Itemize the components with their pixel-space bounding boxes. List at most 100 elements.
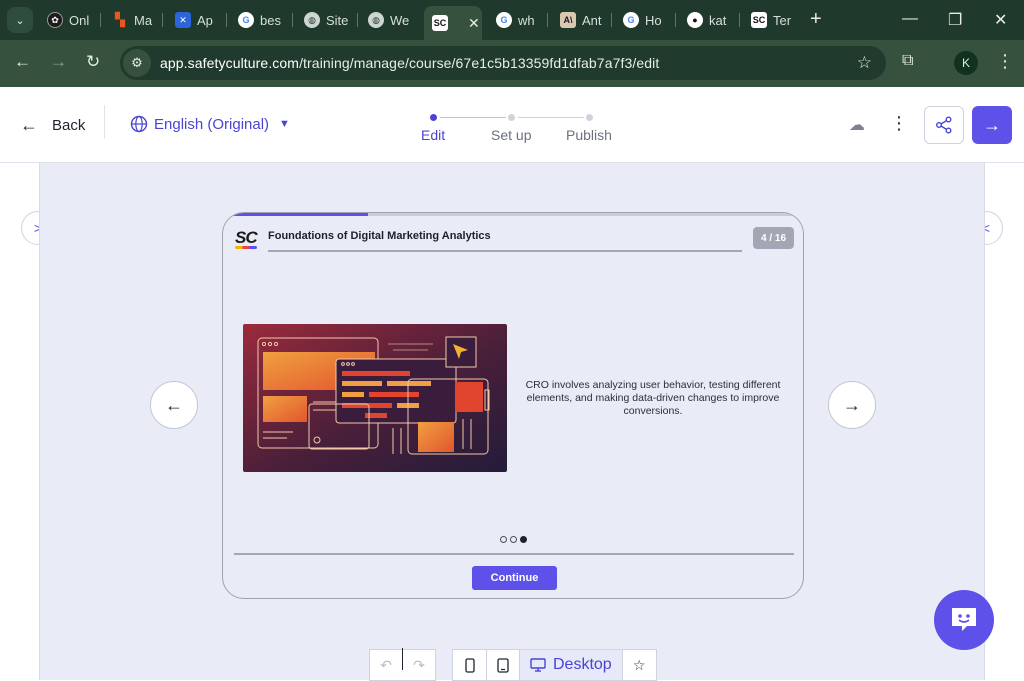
browser-tab[interactable]: ▚ Ma	[112, 7, 156, 33]
url-host: app.safetyculture.com	[160, 55, 300, 71]
close-tab-icon[interactable]: ✕	[468, 15, 480, 32]
support-chat-button[interactable]	[934, 590, 994, 650]
safetyculture-logo: SC	[235, 228, 258, 247]
arrow-left-icon: ←	[20, 115, 38, 135]
site-settings-icon[interactable]: ⚙	[123, 49, 151, 77]
undo-redo-toolbar: ↶ ↷	[369, 648, 436, 681]
tablet-preview-icon[interactable]	[486, 650, 519, 680]
continue-button[interactable]: Continue	[472, 566, 557, 590]
back-button[interactable]: ← Back	[20, 115, 85, 136]
browser-tab[interactable]: ◍ Site	[304, 7, 350, 33]
globe-icon: ◍	[368, 12, 384, 28]
tab-label: Ap	[197, 12, 213, 28]
course-progress-fill	[223, 213, 368, 216]
browser-tab[interactable]: G Ho	[623, 7, 667, 33]
step-connector	[518, 117, 584, 118]
preview-canvas: SC Foundations of Digital Marketing Anal…	[39, 163, 985, 681]
carousel-dot[interactable]	[520, 536, 527, 543]
close-window-icon[interactable]: ✕	[994, 10, 1007, 30]
tab-label: We	[390, 12, 410, 28]
step-edit[interactable]: Edit	[421, 127, 445, 143]
step-dot-edit	[430, 114, 437, 121]
share-button[interactable]	[924, 106, 964, 144]
slide-body-text: CRO involves analyzing user behavior, te…	[525, 379, 781, 417]
next-step-button[interactable]: →	[972, 106, 1012, 144]
url-path: /training/manage/course/67e1c5b13359fd1d…	[299, 55, 660, 71]
browser-tab[interactable]: ✕ Ap	[175, 7, 219, 33]
language-selector[interactable]: English (Original) ▼	[130, 115, 290, 133]
safetyculture-icon: SC	[432, 15, 448, 31]
back-arrow-icon[interactable]: ←	[14, 52, 31, 72]
step-dot-publish	[586, 114, 593, 121]
redo-icon[interactable]: ↷	[403, 650, 435, 680]
url-omnibox[interactable]: ⚙ app.safetyculture.com/training/manage/…	[120, 46, 886, 80]
device-preview-toolbar: Desktop ☆	[452, 649, 657, 681]
carousel-dot[interactable]	[500, 536, 507, 543]
tab-label: Ant	[582, 12, 602, 28]
browser-tab[interactable]: G wh	[496, 7, 540, 33]
desktop-preview-button[interactable]: Desktop	[519, 650, 623, 680]
course-title: Foundations of Digital Marketing Analyti…	[268, 230, 491, 242]
footer-divider	[234, 553, 794, 555]
new-tab-plus-icon[interactable]: +	[810, 8, 822, 31]
caret-down-icon: ▼	[279, 118, 290, 130]
publish-stepper: Edit Set up Publish	[418, 111, 628, 147]
step-connector	[440, 117, 506, 118]
slide-preview-card: SC Foundations of Digital Marketing Anal…	[222, 212, 804, 599]
editor-workspace: > < SC Foundations of Digital Marketing …	[0, 163, 1024, 681]
tab-label: bes	[260, 12, 281, 28]
browser-tab-active[interactable]: SC ✕	[424, 6, 482, 40]
editor-header: ← Back English (Original) ▼ Edit Set up …	[0, 87, 1024, 163]
cloud-saved-icon: ☁	[849, 117, 865, 134]
browser-tab[interactable]: ◍ We	[368, 7, 414, 33]
mobile-preview-icon[interactable]	[453, 650, 486, 680]
carousel-dot[interactable]	[510, 536, 517, 543]
tab-separator	[547, 13, 548, 27]
language-label: English (Original)	[154, 115, 270, 133]
tab-separator	[292, 13, 293, 27]
forward-arrow-icon[interactable]: →	[50, 52, 67, 72]
reload-icon[interactable]: ↻	[86, 52, 100, 72]
more-options-icon[interactable]: ⋮	[890, 113, 908, 134]
previous-slide-arrow-icon[interactable]: ←	[150, 381, 198, 429]
safetyculture-icon: SC	[751, 12, 767, 28]
browser-menu-icon[interactable]: ⋮	[996, 51, 1014, 72]
logo-underline	[235, 246, 257, 249]
undo-icon[interactable]: ↶	[370, 650, 402, 680]
tab-label: Site	[326, 12, 349, 28]
tab-separator	[739, 13, 740, 27]
restore-window-icon[interactable]: ❐	[948, 10, 962, 30]
browser-tab[interactable]: G bes	[238, 7, 284, 33]
step-setup[interactable]: Set up	[491, 127, 531, 143]
browser-address-bar: ← → ↻ ⚙ app.safetyculture.com/training/m…	[0, 40, 1024, 87]
minimize-icon[interactable]: —	[902, 10, 918, 28]
globe-dark-icon: ✿	[47, 12, 63, 28]
browser-tab[interactable]: ✿ Onl	[47, 7, 93, 33]
tab-label: Ter	[773, 12, 792, 28]
step-publish[interactable]: Publish	[566, 127, 612, 143]
tab-separator	[226, 13, 227, 27]
tablet-icon	[497, 657, 509, 673]
make-icon: ▚	[115, 12, 125, 27]
url-text[interactable]: app.safetyculture.com/training/manage/co…	[160, 55, 659, 71]
back-label: Back	[52, 117, 86, 134]
share-icon	[936, 116, 952, 134]
google-icon: G	[238, 12, 254, 28]
browser-tab[interactable]: ● kat	[687, 7, 731, 33]
tab-separator	[100, 13, 101, 27]
tab-search-chevron-icon[interactable]: ⌄	[7, 7, 33, 33]
phone-icon	[464, 657, 475, 673]
next-slide-arrow-icon[interactable]: →	[828, 381, 876, 429]
browser-tab[interactable]: SC Ter	[751, 7, 795, 33]
favorite-star-icon[interactable]: ☆	[623, 650, 656, 680]
step-dot-setup	[508, 114, 515, 121]
tab-label: wh	[518, 12, 535, 28]
browser-tab[interactable]: A\ Ant	[560, 7, 604, 33]
profile-avatar[interactable]: K	[954, 51, 978, 75]
google-icon: G	[623, 12, 639, 28]
extensions-puzzle-icon[interactable]: ⧉	[902, 52, 913, 70]
bookmark-star-icon[interactable]: ☆	[857, 53, 872, 73]
tab-separator	[357, 13, 358, 27]
course-progress-bar	[223, 213, 803, 216]
browser-tab-bar: ⌄ ✿ Onl ▚ Ma ✕ Ap G bes ◍ Site ◍ We SC ✕…	[0, 0, 1024, 40]
